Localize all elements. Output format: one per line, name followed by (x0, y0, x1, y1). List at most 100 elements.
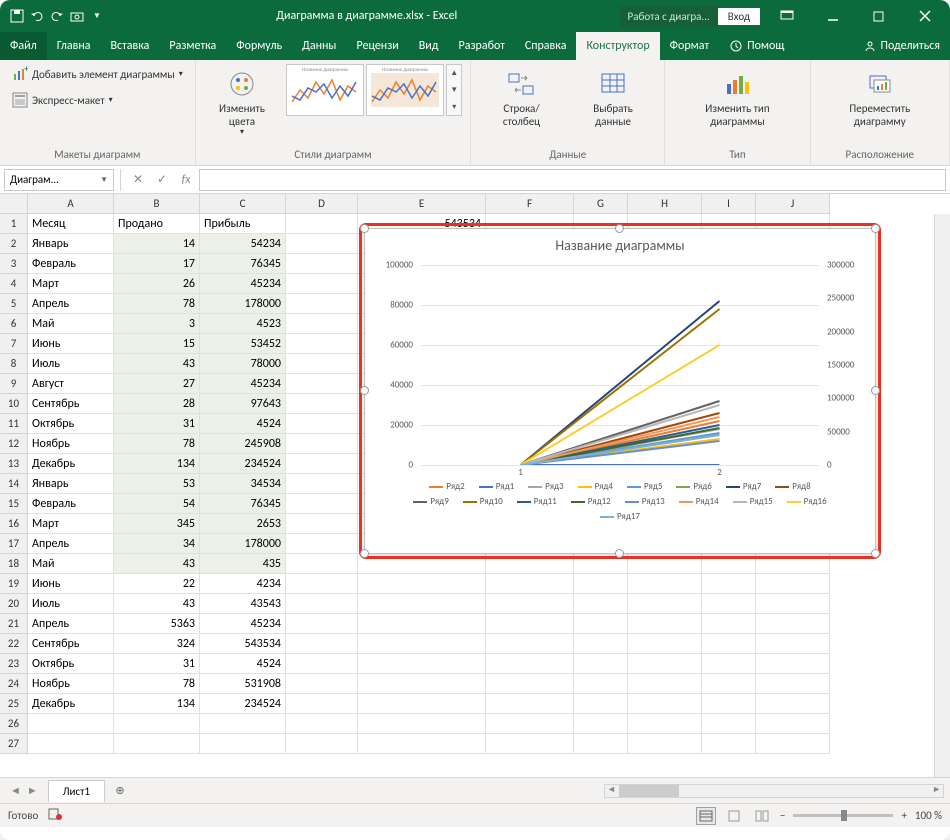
row-header[interactable]: 18 (0, 554, 28, 574)
cell[interactable]: 45234 (200, 274, 286, 294)
minimize-button[interactable] (814, 0, 852, 32)
column-header[interactable]: C (200, 194, 286, 214)
cell[interactable]: Июль (28, 594, 114, 614)
cell[interactable] (628, 614, 702, 634)
cell[interactable]: 4523 (200, 314, 286, 334)
cell[interactable] (358, 714, 486, 734)
camera-icon[interactable] (70, 9, 84, 23)
cell[interactable] (286, 654, 358, 674)
cell[interactable] (628, 554, 702, 574)
cell[interactable] (200, 734, 286, 754)
cell[interactable] (286, 714, 358, 734)
close-button[interactable] (906, 0, 944, 32)
tab-developer[interactable]: Разработ (449, 32, 515, 60)
cell[interactable] (358, 594, 486, 614)
cell[interactable]: Июль (28, 354, 114, 374)
sheet-tab-1[interactable]: Лист1 (48, 780, 105, 802)
cell[interactable]: 14 (114, 234, 200, 254)
cell[interactable] (358, 694, 486, 714)
cell[interactable] (628, 574, 702, 594)
row-header[interactable]: 3 (0, 254, 28, 274)
cell[interactable] (286, 734, 358, 754)
cell[interactable]: Прибыль (200, 214, 286, 234)
resize-handle[interactable] (871, 549, 880, 558)
cell[interactable] (286, 334, 358, 354)
cell[interactable]: 76345 (200, 494, 286, 514)
row-header[interactable]: 20 (0, 594, 28, 614)
cell[interactable] (628, 634, 702, 654)
cell[interactable] (286, 454, 358, 474)
legend-item[interactable]: Ряд12 (571, 496, 611, 507)
cell[interactable] (28, 714, 114, 734)
cell[interactable]: Февраль (28, 254, 114, 274)
row-header[interactable]: 26 (0, 714, 28, 734)
tab-formulas[interactable]: Формуль (226, 32, 292, 60)
chart-style-1[interactable]: Название диаграммы (286, 64, 364, 116)
legend-item[interactable]: Ряд15 (733, 496, 773, 507)
cell[interactable] (358, 614, 486, 634)
cell[interactable] (114, 714, 200, 734)
row-header[interactable]: 23 (0, 654, 28, 674)
cell[interactable]: 134 (114, 694, 200, 714)
chart-title[interactable]: Название диаграммы (365, 229, 875, 258)
cell[interactable]: Октябрь (28, 414, 114, 434)
add-sheet-button[interactable]: ⊕ (109, 780, 131, 802)
cell[interactable] (486, 614, 574, 634)
cell[interactable]: 54234 (200, 234, 286, 254)
cell[interactable]: 345 (114, 514, 200, 534)
vertical-scrollbar[interactable] (934, 214, 950, 777)
tab-layout[interactable]: Разметка (159, 32, 226, 60)
row-header[interactable]: 8 (0, 354, 28, 374)
legend-item[interactable]: Ряд7 (726, 481, 761, 492)
cell[interactable] (702, 654, 756, 674)
cell[interactable]: 5363 (114, 614, 200, 634)
cell[interactable] (358, 674, 486, 694)
tab-home[interactable]: Главна (47, 32, 101, 60)
cell[interactable] (286, 234, 358, 254)
cell[interactable] (756, 654, 830, 674)
cell[interactable]: 435 (200, 554, 286, 574)
cell[interactable] (628, 674, 702, 694)
cell[interactable]: Февраль (28, 494, 114, 514)
cell[interactable] (286, 534, 358, 554)
cell[interactable]: 76345 (200, 254, 286, 274)
legend-item[interactable]: Ряд8 (775, 481, 810, 492)
gallery-more-icon[interactable]: ▾ (447, 98, 461, 115)
cell[interactable]: 17 (114, 254, 200, 274)
redo-icon[interactable] (50, 9, 64, 23)
cell[interactable]: 4524 (200, 414, 286, 434)
cell[interactable]: 43 (114, 594, 200, 614)
cell[interactable]: Продано (114, 214, 200, 234)
gallery-down-icon[interactable]: ▼ (447, 82, 461, 99)
cell[interactable]: Ноябрь (28, 674, 114, 694)
cell[interactable]: Апрель (28, 614, 114, 634)
cell[interactable]: 31 (114, 654, 200, 674)
cell[interactable]: 45234 (200, 614, 286, 634)
cell[interactable]: Май (28, 314, 114, 334)
row-header[interactable]: 22 (0, 634, 28, 654)
resize-handle[interactable] (360, 549, 369, 558)
select-all-corner[interactable] (0, 194, 28, 214)
cell[interactable]: 134 (114, 454, 200, 474)
change-chart-type-button[interactable]: Изменить тип диаграммы (673, 64, 801, 132)
chart-object[interactable]: Название диаграммы 020000400006000080000… (364, 228, 876, 554)
cell[interactable] (486, 714, 574, 734)
resize-handle[interactable] (871, 224, 880, 233)
cell[interactable]: Март (28, 514, 114, 534)
cell[interactable] (702, 734, 756, 754)
cell[interactable] (628, 714, 702, 734)
cell[interactable]: 531908 (200, 674, 286, 694)
cell[interactable] (702, 614, 756, 634)
cell[interactable]: Апрель (28, 534, 114, 554)
column-header[interactable]: H (628, 194, 702, 214)
cell[interactable] (574, 674, 628, 694)
cell[interactable]: 34 (114, 534, 200, 554)
cell[interactable]: 26 (114, 274, 200, 294)
chart-style-2[interactable]: Название диаграммы (366, 64, 444, 116)
cell[interactable] (756, 734, 830, 754)
legend-item[interactable]: Ряд2 (429, 481, 464, 492)
resize-handle[interactable] (615, 549, 624, 558)
cell[interactable] (702, 554, 756, 574)
cell[interactable] (702, 694, 756, 714)
legend-item[interactable]: Ряд10 (463, 496, 503, 507)
